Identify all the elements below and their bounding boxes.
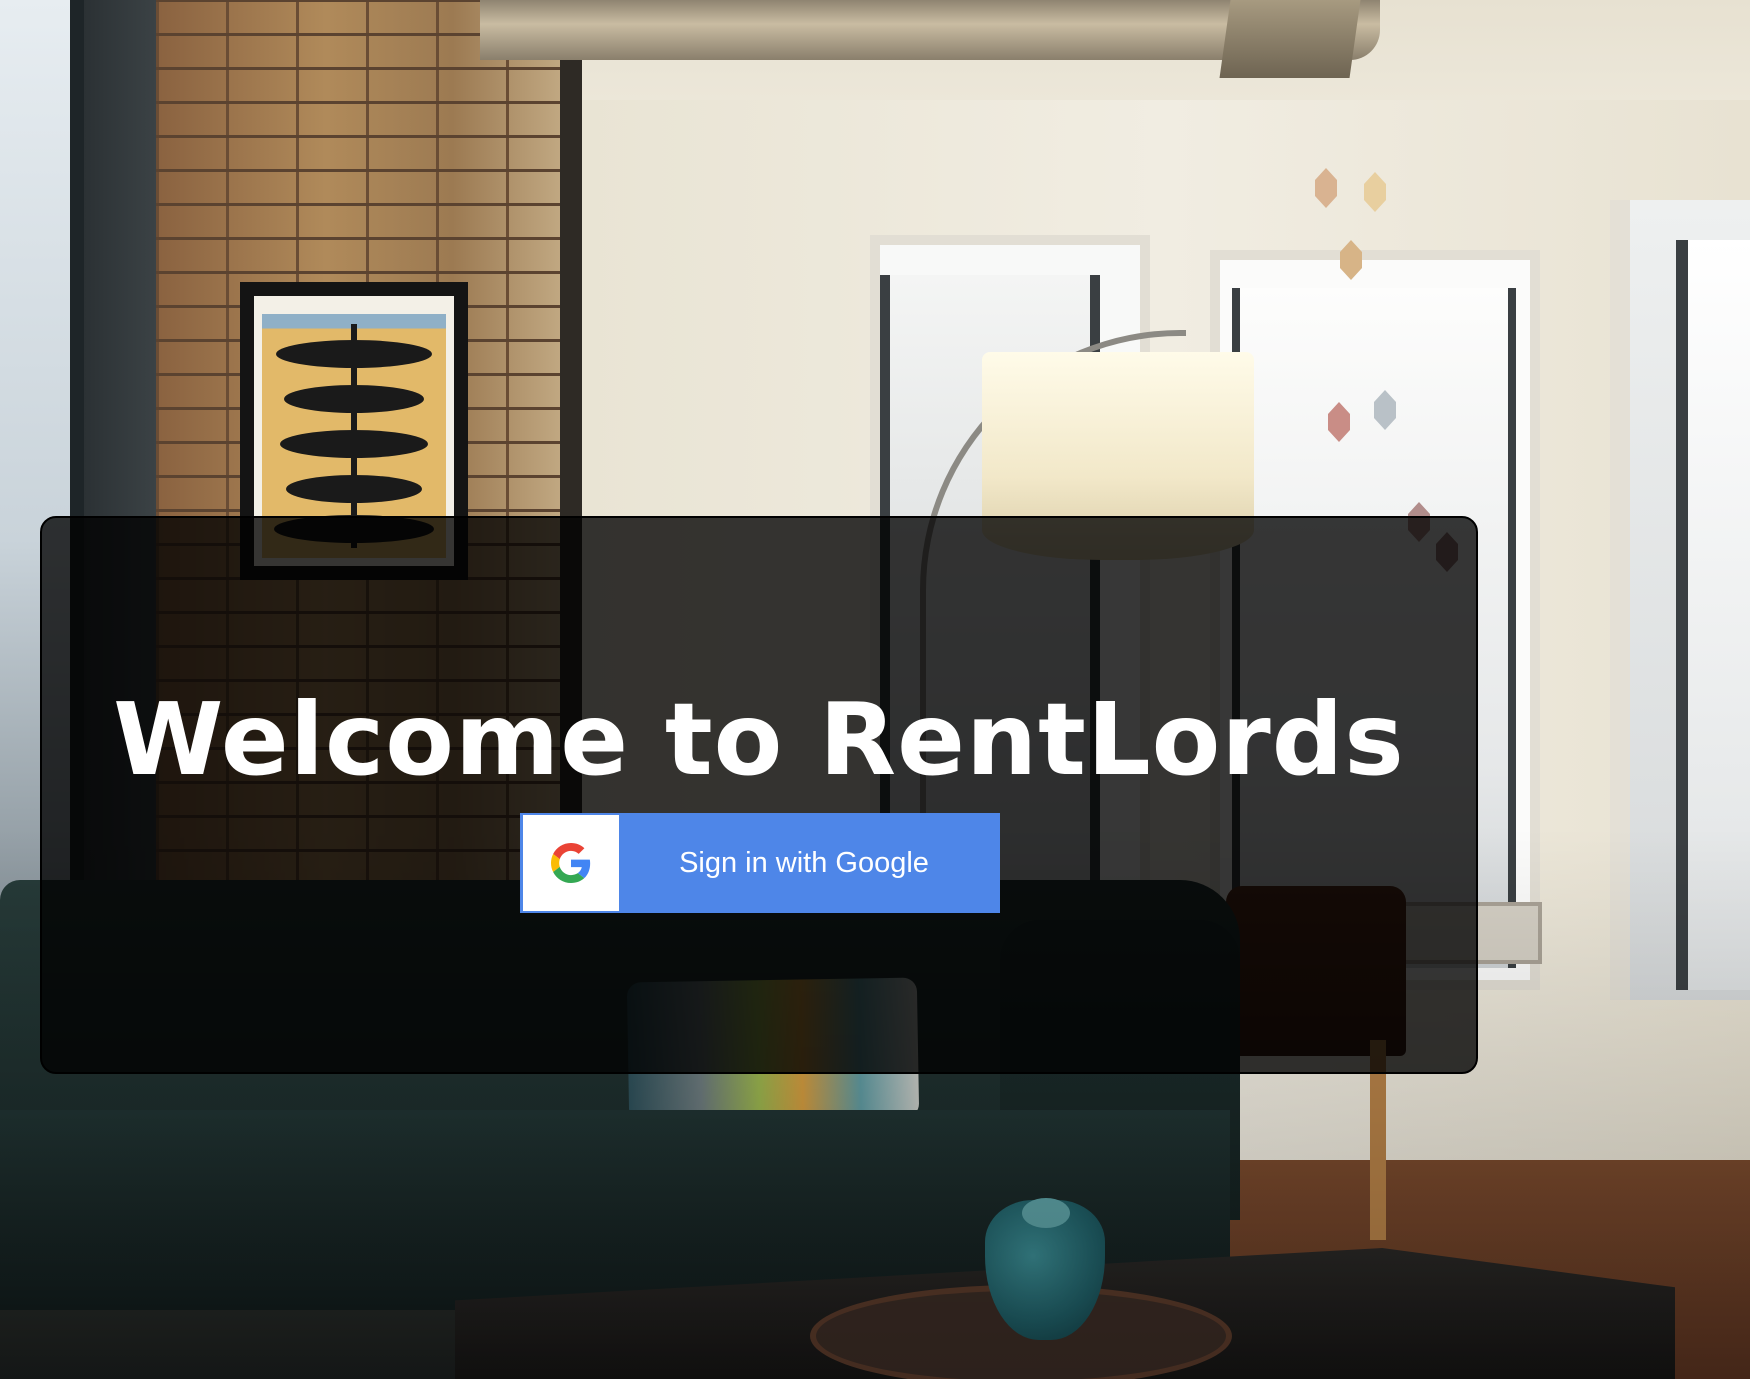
- google-sign-in-button[interactable]: Sign in with Google: [520, 813, 1000, 913]
- page-title: Welcome to RentLords: [113, 681, 1405, 798]
- login-page: Welcome to RentLords Sign in with Google: [0, 0, 1750, 1379]
- google-sign-in-label: Sign in with Google: [679, 846, 929, 879]
- google-g-icon: [551, 843, 591, 883]
- google-icon-container: [523, 815, 619, 911]
